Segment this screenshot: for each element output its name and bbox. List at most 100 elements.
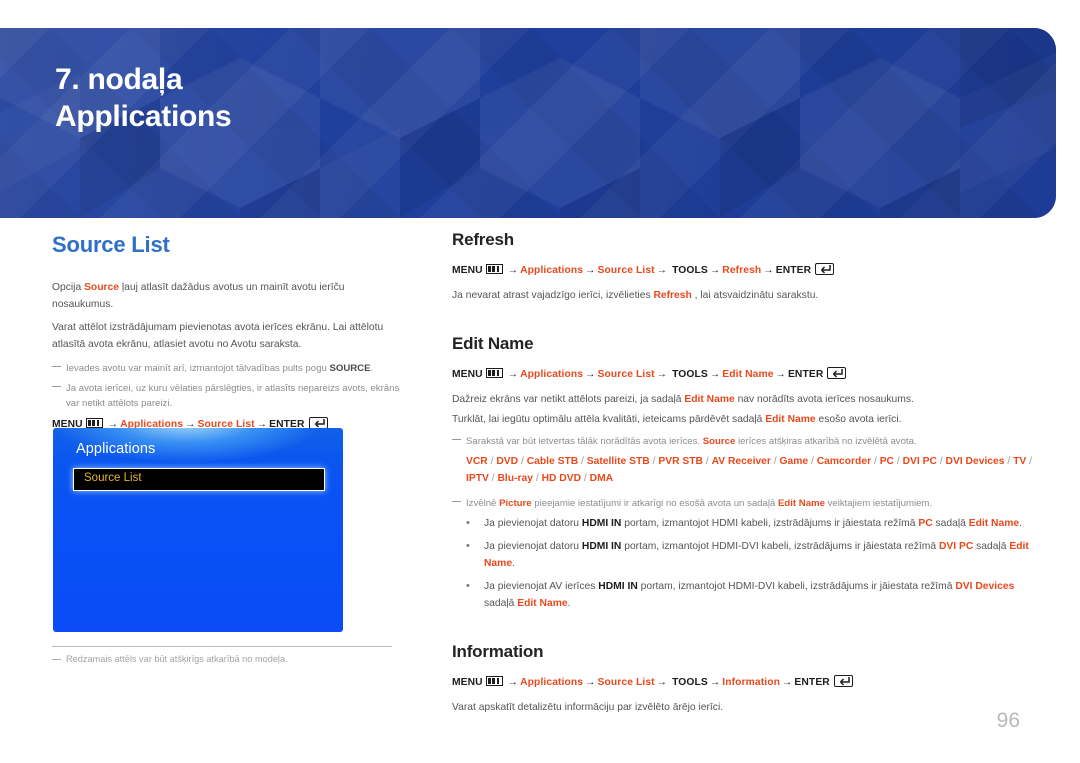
note-text: pieejamie iestatījumi ir atkarīgi no eso…	[531, 497, 778, 509]
menu-path-refresh: MENU → Applications → Source List → TOOLS → Ref…	[452, 262, 1032, 280]
menu-step-tools[interactable]: TOOLS	[672, 369, 708, 380]
paragraph-source-detail: Varat attēlot izstrādājumam pievienotas …	[52, 322, 384, 351]
arrow-icon: →	[782, 677, 793, 689]
note-text: Ievades avotu var mainīt arī, izmantojot…	[66, 362, 330, 374]
enter-label: ENTER	[775, 265, 812, 276]
list-item: Ja pievienojat datoru HDMI IN portam, iz…	[452, 515, 1032, 533]
keyword-hdmi-in: HDMI IN	[598, 581, 638, 593]
menu-bars-icon	[485, 368, 503, 379]
keyword-picture: Picture	[499, 497, 532, 509]
enter-label: ENTER	[787, 369, 824, 381]
para-text: , lai atsvaidzinātu sarakstu.	[691, 289, 819, 301]
keyword-edit-name: Edit Name	[777, 497, 825, 509]
menu-step-applications[interactable]: Applications	[520, 677, 583, 688]
note-wrong-source: Ja avota ierīcei, uz kuru vēlaties pārsl…	[52, 381, 402, 411]
enter-return-icon	[815, 263, 835, 275]
keyword-source: Source	[702, 436, 736, 448]
keyword-hdmi-in: HDMI IN	[581, 541, 622, 553]
menu-step-refresh[interactable]: Refresh	[722, 265, 761, 276]
menu-path-information: MENU → Applications → Source List → TOOLS → Inf…	[452, 674, 1032, 692]
para-text: Dažreiz ekrāns var netikt attēlots parei…	[452, 393, 685, 405]
device-type-dma: DMA	[589, 472, 614, 484]
left-column: Source List Opcija Source ļauj atlasīt d…	[52, 232, 402, 442]
menu-step-tools[interactable]: TOOLS	[672, 265, 708, 276]
footnote-model-variation: Redzamais attēls var būt atšķirīgs atkar…	[52, 653, 412, 667]
keyword-pc: PC	[918, 517, 933, 529]
arrow-icon: →	[775, 369, 786, 381]
keyword-edit-name: Edit Name	[968, 517, 1020, 529]
menu-bars-icon	[485, 676, 503, 687]
menu-step-applications[interactable]: Applications	[520, 265, 583, 276]
device-type-dvi-devices: DVI Devices	[945, 456, 1005, 468]
keyword-hdmi-in: HDMI IN	[581, 517, 622, 529]
menu-label: MENU	[452, 677, 483, 689]
list-item: Ja pievienojat AV ierīces HDMI IN portam…	[452, 578, 1032, 612]
menu-step-tools[interactable]: TOOLS	[672, 677, 708, 688]
bullet-text: .	[1019, 517, 1022, 529]
menu-step-information[interactable]: Information	[722, 677, 780, 688]
device-type-game: Game	[779, 456, 809, 468]
bullet-text: sadaļā	[932, 517, 969, 529]
footnote-divider	[52, 646, 392, 647]
paragraph-information-desc: Varat apskatīt detalizētu informāciju pa…	[452, 701, 724, 713]
note-device-list-intro: Sarakstā var būt ietvertas tālāk norādīt…	[452, 434, 1032, 449]
arrow-icon: →	[585, 369, 596, 381]
note-picture-settings: Izvēlnē Picture pieejamie iestatījumi ir…	[452, 496, 1032, 511]
arrow-icon: →	[709, 369, 721, 381]
keyword-edit-name: Edit Name	[684, 393, 735, 405]
menu-step-source-list[interactable]: Source List	[598, 265, 655, 276]
section-heading-source-list: Source List	[52, 232, 170, 257]
menu-step-applications[interactable]: Applications	[520, 369, 583, 380]
menu-step-source-list[interactable]: Source List	[598, 369, 655, 380]
banner-text-block: 7. nodaļa Applications	[55, 62, 232, 135]
paragraph-edit-name-1: Dažreiz ekrāns var netikt attēlots parei…	[452, 392, 1032, 409]
tv-menu-item-source-list[interactable]: Source List	[73, 468, 325, 491]
enter-label: ENTER	[794, 677, 830, 689]
enter-return-icon	[833, 675, 853, 688]
keyword-edit-name: Edit Name	[765, 414, 816, 426]
device-type-pc: PC	[879, 456, 894, 468]
arrow-icon: →	[585, 265, 596, 276]
note-text: Sarakstā var būt ietvertas tālāk norādīt…	[466, 436, 703, 448]
chapter-number: 7. nodaļa	[55, 63, 183, 96]
right-column: Refresh MENU → Applications → Source List → T…	[452, 230, 1032, 723]
bullet-text: portam, izmantojot HDMI-DVI kabeli, izst…	[621, 541, 939, 553]
chapter-title: Applications	[55, 99, 232, 133]
menu-step-source-list[interactable]: Source List	[598, 677, 655, 688]
para-text: esošo avota ierīci.	[815, 414, 902, 426]
keyword-source-button: SOURCE	[329, 362, 371, 374]
tv-screen-mockup: Applications Source List	[53, 428, 343, 632]
paragraph-source-intro: Opcija Source ļauj atlasīt dažādus avotu…	[52, 280, 402, 313]
device-type-iptv: IPTV	[466, 472, 489, 484]
device-type-dvi-pc: DVI PC	[902, 456, 937, 468]
para-text: Ja nevarat atrast vajadzīgo ierīci, izvē…	[452, 289, 654, 301]
device-type-av-receiver: AV Receiver	[711, 456, 771, 468]
device-type-camcorder: Camcorder	[816, 456, 872, 468]
bullet-text: Ja pievienojat AV ierīces	[484, 581, 599, 593]
section-heading-information: Information	[452, 642, 544, 662]
arrow-icon: →	[656, 369, 668, 381]
hdmi-bullet-list: Ja pievienojat datoru HDMI IN portam, iz…	[452, 515, 1032, 612]
section-heading-refresh: Refresh	[452, 230, 514, 249]
note-text: Izvēlnē	[466, 497, 500, 509]
device-type-pvr-stb: PVR STB	[658, 456, 703, 468]
arrow-icon: →	[656, 265, 668, 276]
chapter-banner: 7. nodaļa Applications	[0, 28, 1056, 218]
device-type-tv: TV	[1013, 456, 1027, 468]
device-type-dvd: DVD	[496, 456, 519, 468]
menu-step-edit-name[interactable]: Edit Name	[722, 369, 773, 380]
arrow-icon: →	[709, 265, 721, 276]
device-type-cable-stb: Cable STB	[526, 456, 579, 468]
arrow-icon: →	[507, 265, 519, 276]
para-text: Turklāt, lai iegūtu optimālu attēla kval…	[452, 414, 766, 426]
arrow-icon: →	[709, 677, 721, 689]
note-source-button: Ievades avotu var mainīt arī, izmantojot…	[52, 361, 402, 376]
bullet-text: sadaļā	[484, 597, 518, 609]
arrow-icon: →	[585, 677, 596, 689]
arrow-icon: →	[656, 677, 668, 689]
keyword-source: Source	[84, 282, 119, 293]
para-text: Opcija	[52, 282, 85, 293]
page-number: 96	[996, 709, 1020, 732]
bullet-text: sadaļā	[973, 541, 1010, 553]
paragraph-edit-name-2: Turklāt, lai iegūtu optimālu attēla kval…	[452, 412, 1032, 429]
